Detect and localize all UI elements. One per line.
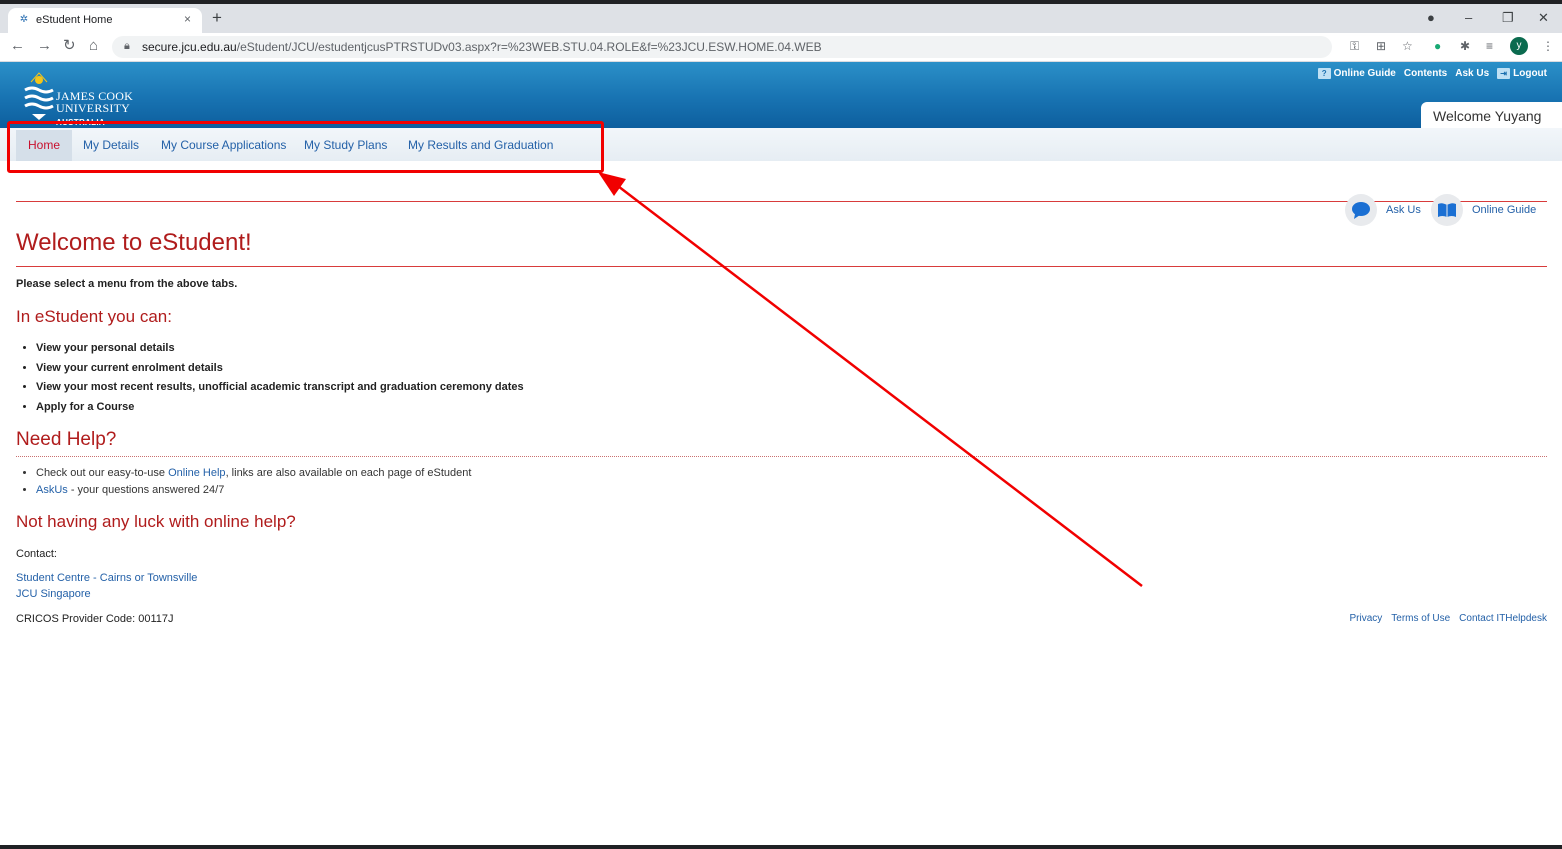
lock-icon: 🔒︎ bbox=[124, 40, 130, 52]
title-divider bbox=[16, 266, 1547, 267]
site-header: JAMES COOK UNIVERSITY AUSTRALIA ? Online… bbox=[0, 62, 1562, 128]
logout-icon: ⇥ bbox=[1497, 68, 1511, 79]
tab-close-button[interactable]: × bbox=[184, 12, 191, 26]
chat-bubble-icon bbox=[1345, 194, 1377, 226]
help-list: Check out our easy-to-use Online Help, l… bbox=[36, 465, 471, 498]
back-icon[interactable]: ← bbox=[10, 38, 25, 54]
list-item: Apply for a Course bbox=[36, 398, 524, 418]
cricos-code: CRICOS Provider Code: 00117J bbox=[16, 613, 174, 625]
online-help-link[interactable]: Online Help bbox=[168, 467, 225, 479]
address-bar[interactable]: 🔒︎ secure.jcu.edu.au/eStudent/JCU/estude… bbox=[112, 36, 1332, 58]
terms-of-use-link[interactable]: Terms of Use bbox=[1391, 613, 1450, 624]
browser-tab[interactable]: ✲ eStudent Home × bbox=[8, 8, 202, 33]
key-icon[interactable]: ⚿ bbox=[1350, 39, 1359, 54]
list-item: View your current enrolment details bbox=[36, 359, 524, 379]
browser-toolbar: ← → ↻ ⌂ 🔒︎ secure.jcu.edu.au/eStudent/JC… bbox=[0, 33, 1562, 62]
footer-links: Privacy Terms of Use Contact ITHelpdesk bbox=[1349, 613, 1547, 624]
menu-kebab-icon[interactable]: ⋮ bbox=[1542, 39, 1554, 53]
translate-icon[interactable]: ⊞ bbox=[1376, 39, 1386, 53]
list-item: View your personal details bbox=[36, 339, 524, 359]
list-item: AskUs - your questions answered 24/7 bbox=[36, 482, 471, 499]
askus-link[interactable]: AskUs bbox=[36, 484, 68, 496]
jcu-crest-icon bbox=[24, 72, 54, 120]
window-bottom-edge bbox=[0, 845, 1562, 849]
top-divider bbox=[16, 201, 1547, 202]
home-icon[interactable]: ⌂ bbox=[89, 38, 98, 54]
welcome-text: Welcome Yuyang bbox=[1433, 108, 1542, 124]
new-tab-button[interactable]: + bbox=[212, 9, 222, 26]
online-guide-helper[interactable]: Online Guide bbox=[1431, 194, 1536, 226]
logo-wordmark: JAMES COOK UNIVERSITY bbox=[56, 89, 134, 115]
can-heading: In eStudent you can: bbox=[16, 307, 172, 326]
extensions-icon[interactable]: ✱ bbox=[1460, 39, 1470, 53]
help-divider bbox=[16, 456, 1547, 457]
jcu-singapore-link[interactable]: JCU Singapore bbox=[16, 588, 91, 600]
media-control-icon[interactable]: ● bbox=[1427, 10, 1435, 25]
contact-ithelpdesk-link[interactable]: Contact ITHelpdesk bbox=[1459, 613, 1547, 624]
ask-us-helper[interactable]: Ask Us bbox=[1345, 194, 1421, 226]
help-book-icon: ? bbox=[1317, 68, 1331, 79]
online-guide-link[interactable]: ? Online Guide bbox=[1317, 68, 1396, 79]
jcu-logo[interactable]: JAMES COOK UNIVERSITY AUSTRALIA bbox=[22, 70, 142, 127]
online-guide-label: Online Guide bbox=[1472, 204, 1537, 216]
open-book-icon bbox=[1431, 194, 1463, 226]
list-item: Check out our easy-to-use Online Help, l… bbox=[36, 465, 471, 482]
utility-links: ? Online Guide Contents Ask Us ⇥ Logout bbox=[1317, 68, 1547, 79]
contents-link[interactable]: Contents bbox=[1404, 68, 1447, 79]
logout-link[interactable]: ⇥ Logout bbox=[1497, 68, 1547, 79]
close-window-icon[interactable]: ✕ bbox=[1538, 10, 1549, 26]
student-centre-link[interactable]: Student Centre - Cairns or Townsville bbox=[16, 572, 197, 584]
bookmark-star-icon[interactable]: ☆ bbox=[1402, 39, 1413, 53]
ask-us-link[interactable]: Ask Us bbox=[1455, 68, 1489, 79]
help-heading: Need Help? bbox=[16, 429, 117, 450]
luck-heading: Not having any luck with online help? bbox=[16, 512, 296, 531]
reload-icon[interactable]: ↻ bbox=[63, 38, 76, 54]
favicon-icon: ✲ bbox=[19, 14, 29, 25]
restore-icon[interactable]: ❐ bbox=[1502, 10, 1514, 26]
grammarly-icon[interactable]: ● bbox=[1434, 39, 1441, 53]
features-list: View your personal details View your cur… bbox=[36, 339, 524, 417]
url-text: secure.jcu.edu.au/eStudent/JCU/estudentj… bbox=[142, 40, 822, 54]
profile-avatar[interactable]: y bbox=[1510, 37, 1528, 55]
reading-list-icon[interactable]: ≡ bbox=[1486, 39, 1493, 53]
list-item: View your most recent results, unofficia… bbox=[36, 378, 524, 398]
contact-label: Contact: bbox=[16, 548, 57, 560]
screen: ✲ eStudent Home × + ● – ❐ ✕ ← → ↻ ⌂ 🔒︎ s… bbox=[0, 0, 1562, 849]
minimize-icon[interactable]: – bbox=[1465, 10, 1472, 25]
annotation-highlight-box bbox=[7, 121, 604, 173]
welcome-box: Welcome Yuyang bbox=[1421, 102, 1562, 128]
instruction-text: Please select a menu from the above tabs… bbox=[16, 278, 238, 290]
browser-tab-bar: ✲ eStudent Home × + ● – ❐ ✕ bbox=[0, 4, 1562, 33]
ask-us-label: Ask Us bbox=[1386, 204, 1421, 216]
privacy-link[interactable]: Privacy bbox=[1349, 613, 1382, 624]
tab-title: eStudent Home bbox=[36, 14, 113, 26]
page-title: Welcome to eStudent! bbox=[16, 229, 252, 256]
forward-icon[interactable]: → bbox=[37, 38, 52, 54]
